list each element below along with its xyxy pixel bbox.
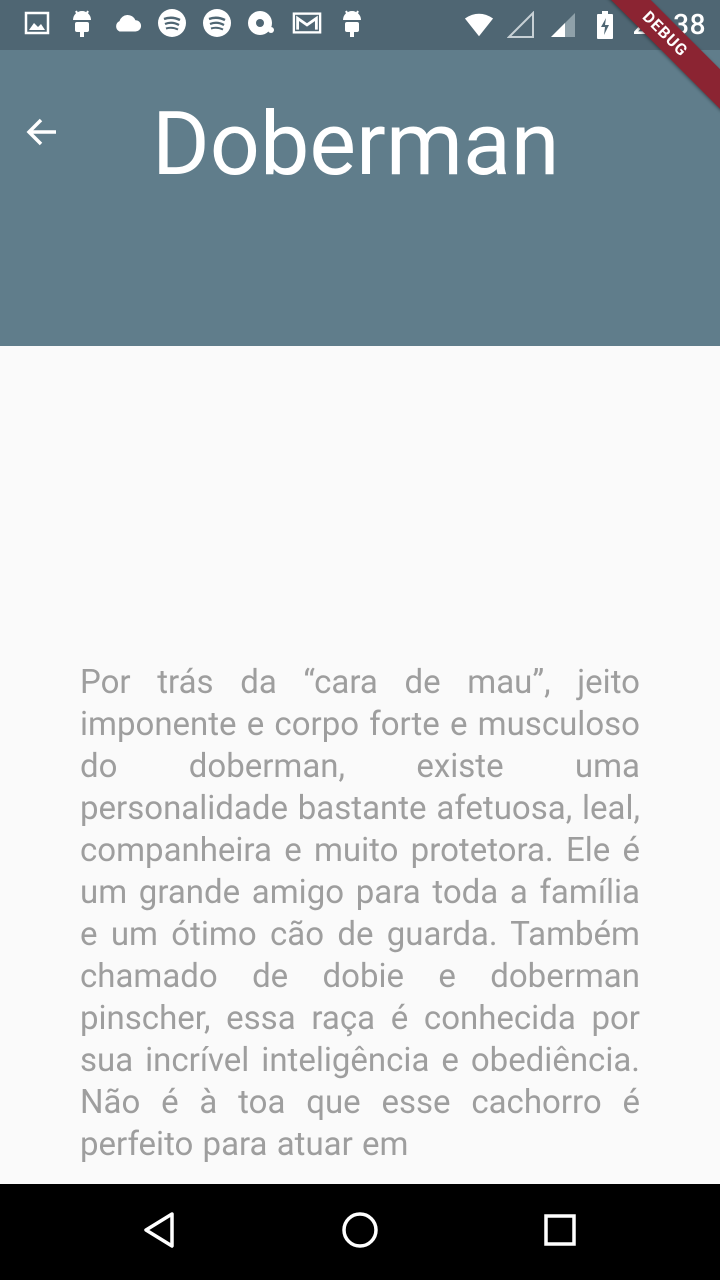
nav-back-button[interactable] [136,1208,184,1256]
breed-description: Por trás da “cara de mau”, jeito imponen… [80,662,640,1184]
signal-empty-icon [506,10,536,40]
arrow-back-icon [24,114,60,154]
recents-nav-icon [542,1212,578,1252]
android-icon [67,8,97,38]
wifi-icon [464,10,494,40]
nav-recents-button[interactable] [536,1208,584,1256]
page-title: Doberman [152,93,560,196]
spotify-icon [202,8,232,38]
cloud-icon [112,8,142,38]
navigation-bar [0,1184,720,1280]
back-nav-icon [140,1210,180,1254]
music-icon [247,8,277,38]
nav-home-button[interactable] [336,1208,384,1256]
status-bar: 21:38 [0,0,720,50]
image-icon [22,8,52,38]
gmail-icon [292,8,322,38]
android-icon [337,8,367,38]
signal-icon [548,10,578,40]
spotify-icon [157,8,187,38]
description-text: Por trás da “cara de mau”, jeito imponen… [80,663,640,1164]
battery-charging-icon [590,10,620,40]
home-nav-icon [340,1210,380,1254]
app-bar: Doberman [0,50,720,346]
notification-icons [22,8,367,38]
back-button[interactable] [18,110,66,158]
